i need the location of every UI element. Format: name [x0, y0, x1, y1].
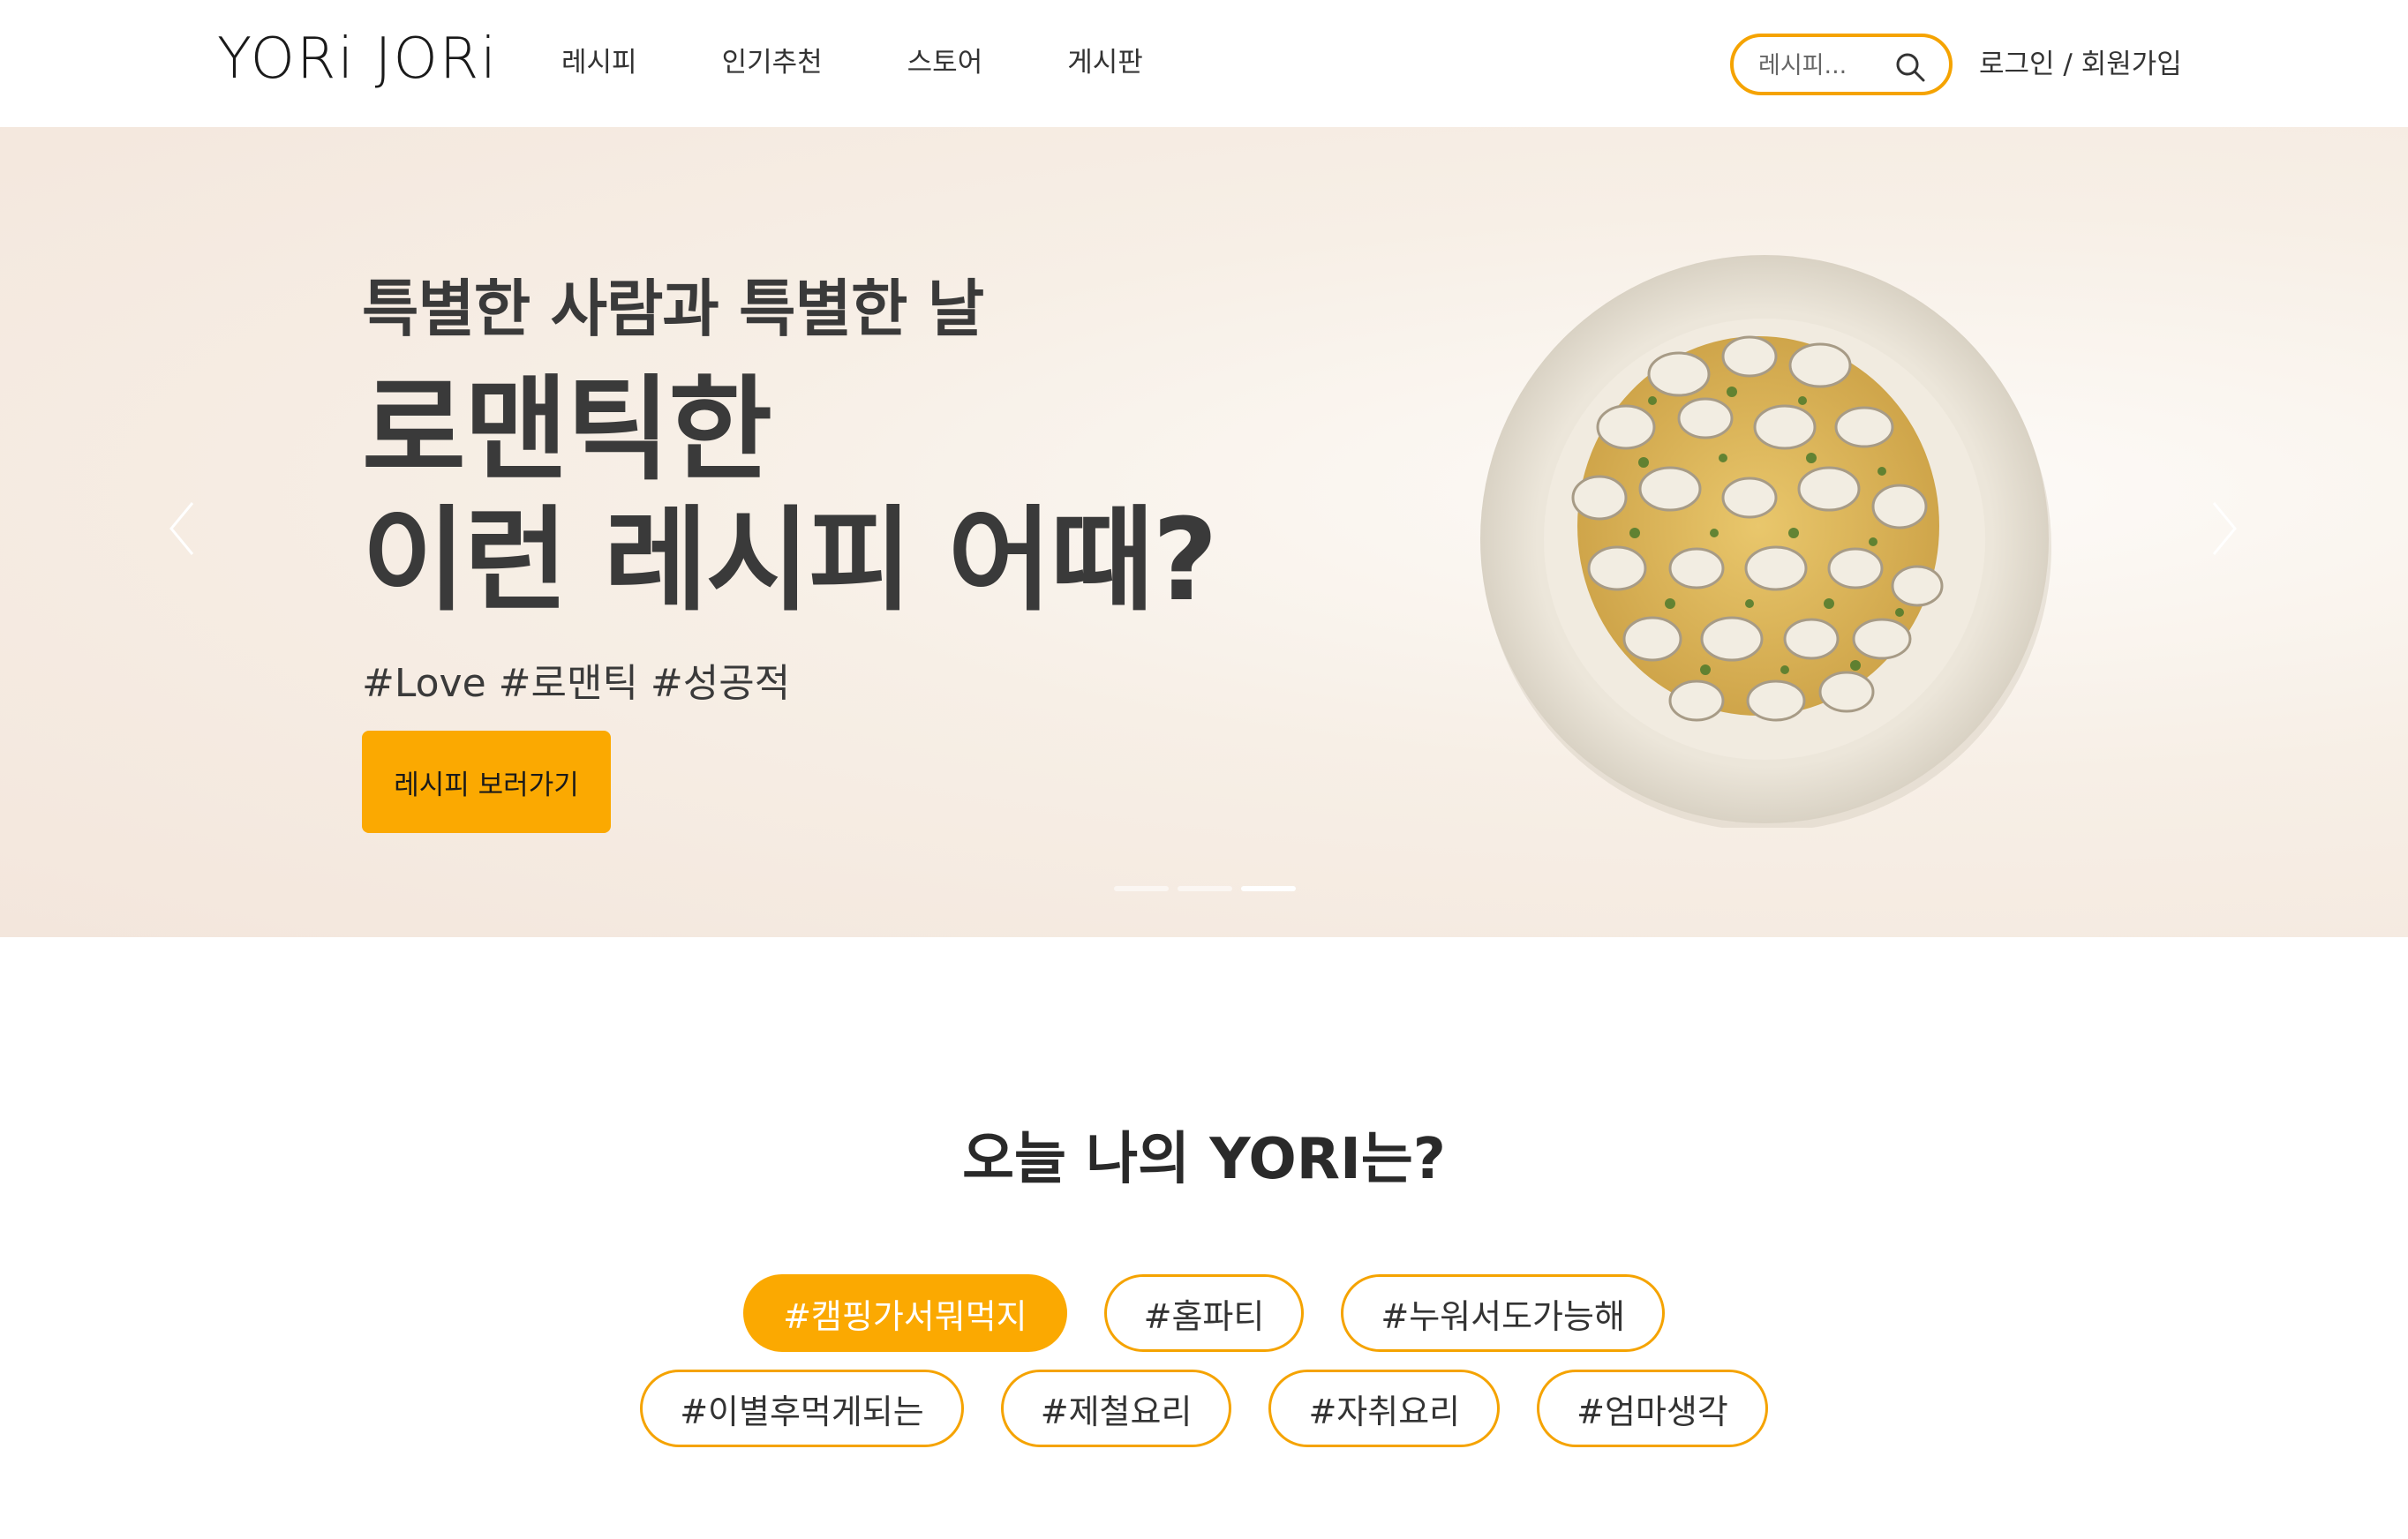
carousel-indicators	[1114, 886, 1296, 891]
logo-text: YORi JORi	[217, 26, 499, 92]
hero-title-line2: 이런 레시피 어때?	[362, 495, 1218, 627]
logo[interactable]: YORi JORi	[217, 19, 498, 99]
carousel-dot[interactable]	[1178, 886, 1232, 891]
carousel-dot-active[interactable]	[1241, 886, 1296, 891]
nav-recipe[interactable]: 레시피	[561, 42, 637, 83]
pasta-dish-image	[1480, 255, 2051, 828]
chip-home-party[interactable]: #홈파티	[1103, 1274, 1305, 1352]
hero-title-line1: 로맨틱한	[362, 364, 772, 496]
view-recipe-button[interactable]: 레시피 보러가기	[362, 731, 611, 833]
chevron-right-icon[interactable]	[2207, 498, 2242, 559]
main-nav: 레시피 인기추천 스토어 게시판	[561, 42, 1228, 83]
chip-mom[interactable]: #엄마생각	[1537, 1370, 1768, 1447]
tag-chips: #캠핑가서뭐먹지 #홈파티 #누워서도가능해 #이별후먹게되는 #제철요리 #자…	[0, 1274, 2408, 1465]
hero-title: 로맨틱한 이런 레시피 어때?	[362, 364, 1218, 627]
chip-row-1: #캠핑가서뭐먹지 #홈파티 #누워서도가능해	[0, 1274, 2408, 1352]
chip-self-cooking[interactable]: #자취요리	[1268, 1370, 1501, 1447]
hero-banner: 특별한 사람과 특별한 날 로맨틱한 이런 레시피 어때? #Love #로맨틱…	[0, 127, 2408, 937]
chip-row-2: #이별후먹게되는 #제철요리 #자취요리 #엄마생각	[0, 1370, 2408, 1447]
chip-seasonal[interactable]: #제철요리	[1000, 1370, 1232, 1447]
login-signup-link[interactable]: 로그인 / 회원가입	[1979, 44, 2182, 85]
search-input[interactable]	[1758, 48, 1891, 83]
chip-after-breakup[interactable]: #이별후먹게되는	[640, 1370, 964, 1447]
chip-camping[interactable]: #캠핑가서뭐먹지	[743, 1274, 1067, 1352]
carousel-dot[interactable]	[1114, 886, 1169, 891]
section-title: 오늘 나의 YORI는?	[962, 1127, 1446, 1192]
nav-board[interactable]: 게시판	[1067, 42, 1143, 83]
search-icon[interactable]	[1894, 51, 1926, 83]
search-box	[1730, 34, 1953, 95]
chevron-left-icon[interactable]	[164, 498, 199, 559]
hero-tags: #Love #로맨틱 #성공적	[362, 661, 791, 706]
nav-popular[interactable]: 인기추천	[722, 42, 823, 83]
nav-store[interactable]: 스토어	[907, 42, 983, 83]
site-header: YORi JORi 레시피 인기추천 스토어 게시판 로그인 / 회원가입	[0, 0, 2408, 127]
chip-lying-down[interactable]: #누워서도가능해	[1341, 1274, 1665, 1352]
hero-eyebrow: 특별한 사람과 특별한 날	[362, 273, 984, 345]
